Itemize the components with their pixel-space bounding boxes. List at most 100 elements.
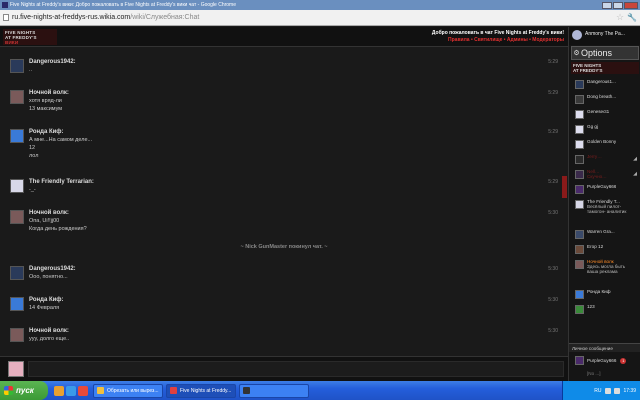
start-button[interactable]: пуск bbox=[0, 381, 48, 400]
taskbar-item[interactable]: Обрезать или вырез... bbox=[93, 383, 163, 398]
url-path: /wiki/Служебная:Chat bbox=[130, 14, 200, 21]
current-user[interactable]: Anmony The Pa... bbox=[569, 27, 640, 45]
app-icon[interactable] bbox=[78, 385, 88, 396]
wiki-logo[interactable]: FIVE NIGHTS AT FREDDY'S ВИКИ bbox=[3, 29, 57, 45]
chat-messages[interactable]: Dangerous1942: .. 5:29 Ночной волк: хотя… bbox=[0, 48, 568, 356]
user-list-item[interactable]: Ронда Киф bbox=[569, 289, 640, 304]
avatar bbox=[575, 155, 584, 164]
message-author[interactable]: Ронда Киф: bbox=[29, 129, 64, 135]
avatar bbox=[575, 185, 584, 194]
maximize-button[interactable] bbox=[613, 1, 623, 9]
avatar bbox=[575, 260, 584, 269]
close-button[interactable] bbox=[624, 1, 638, 9]
avatar bbox=[575, 125, 584, 134]
taskbar-item[interactable] bbox=[239, 383, 309, 398]
avatar bbox=[575, 290, 584, 299]
chat-header: FIVE NIGHTS AT FREDDY'S ВИКИ Добро пожал… bbox=[0, 27, 568, 47]
message-text: 13 максимум bbox=[29, 106, 63, 112]
message-input[interactable] bbox=[28, 361, 564, 377]
user-name: Ночной волк Здесь могла быть ваша реклам… bbox=[587, 259, 637, 274]
user-list-item[interactable]: Егор 12 bbox=[569, 244, 640, 259]
user-list-item[interactable]: The Friendly T... Весёлый пилот-тамогон-… bbox=[569, 199, 640, 229]
avatar[interactable] bbox=[10, 297, 24, 311]
user-name: Dong breath... bbox=[587, 94, 617, 99]
user-name: Егор 12 bbox=[587, 244, 604, 249]
my-avatar bbox=[8, 361, 24, 377]
user-name: Warren Gra... bbox=[587, 229, 615, 234]
wrench-menu-icon[interactable]: 🔧 bbox=[627, 13, 637, 22]
user-list-item[interactable]: Genesect1 bbox=[569, 109, 640, 124]
user-name: PurpleGuy666 bbox=[587, 358, 617, 363]
message-author[interactable]: Dangerous1942: bbox=[29, 266, 76, 272]
url-text[interactable]: ru.five-nights-at-freddys-rus.wikia.com/… bbox=[12, 14, 199, 21]
message-text: ууу, долго еще.. bbox=[29, 336, 70, 342]
avatar bbox=[575, 140, 584, 149]
logo-line: ВИКИ bbox=[5, 40, 19, 45]
header-links[interactable]: Правила • Святилище • Админы • Модератор… bbox=[432, 37, 564, 43]
avatar[interactable] bbox=[10, 328, 24, 342]
user-list-item[interactable]: Nell… Cкучно… ◢ bbox=[569, 169, 640, 184]
message-author[interactable]: The Friendly Terrarian: bbox=[29, 179, 94, 185]
tray-icon[interactable] bbox=[614, 387, 621, 394]
minimize-button[interactable] bbox=[602, 1, 612, 9]
message-time: 5:30 bbox=[548, 297, 558, 303]
taskbar-item-label: Five Nights at Freddy... bbox=[180, 387, 232, 394]
language-indicator[interactable]: RU bbox=[594, 388, 601, 394]
chrome-icon bbox=[170, 387, 177, 394]
message-author[interactable]: Ночной волк: bbox=[29, 328, 69, 334]
message-author[interactable]: Ронда Киф: bbox=[29, 297, 64, 303]
welcome-block: Добро пожаловать в чат Five Nights at Fr… bbox=[432, 30, 564, 43]
avatar[interactable] bbox=[10, 210, 24, 224]
away-icon: ◢ bbox=[633, 156, 637, 162]
user-list-item[interactable]: Ночной волк Здесь могла быть ваша реклам… bbox=[569, 259, 640, 289]
user-list-item[interactable]: Warren Gra... bbox=[569, 229, 640, 244]
taskbar-item[interactable]: Five Nights at Freddy... bbox=[166, 383, 236, 398]
avatar bbox=[575, 356, 584, 365]
user-name: Nell… Cкучно… bbox=[587, 169, 607, 179]
message-author[interactable]: Ночной волк: bbox=[29, 90, 69, 96]
start-label: пуск bbox=[16, 386, 34, 395]
user-list-item[interactable]: PurpleGuy666 bbox=[569, 184, 640, 199]
chat-message: Ночной волк: ууу, долго еще.. 5:30 bbox=[10, 328, 558, 348]
ie-icon[interactable] bbox=[66, 385, 76, 396]
user-name: Ронда Киф bbox=[587, 289, 611, 294]
private-messages-header: Личное сообщение bbox=[569, 343, 640, 352]
avatar bbox=[575, 230, 584, 239]
avatar[interactable] bbox=[10, 59, 24, 73]
message-time: 5:29 bbox=[548, 129, 558, 135]
message-text: Когда день рождения? bbox=[29, 226, 87, 232]
bookmark-star-icon[interactable]: ☆ bbox=[616, 12, 624, 23]
scrollbar-thumb[interactable] bbox=[562, 176, 567, 198]
user-name: 123 bbox=[587, 304, 595, 309]
message-input-row bbox=[0, 356, 568, 381]
private-message-item[interactable]: PurpleGuy666 1 bbox=[575, 356, 627, 365]
user-list-item[interactable]: Golden Bonny bbox=[569, 139, 640, 154]
options-label: Options bbox=[581, 48, 613, 58]
chat-message: Ночной волк: хотя вряд-ли 13 максимум 5:… bbox=[10, 90, 558, 116]
user-list: Dangerous1... Dong breath... Genesect1 G… bbox=[569, 79, 640, 319]
user-list-item[interactable]: Dong breath... bbox=[569, 94, 640, 109]
user-name: The Friendly T... Весёлый пилот-тамогон-… bbox=[587, 199, 637, 214]
tray-icon[interactable] bbox=[605, 387, 612, 394]
options-button[interactable]: ⚙ Options bbox=[571, 46, 639, 60]
private-message-item-2[interactable]: [No ...] bbox=[587, 371, 601, 376]
address-bar[interactable]: ru.five-nights-at-freddys-rus.wikia.com/… bbox=[0, 10, 640, 26]
user-list-item[interactable]: Dangerous1... bbox=[569, 79, 640, 94]
explorer-icon[interactable] bbox=[54, 385, 64, 396]
avatar[interactable] bbox=[10, 90, 24, 104]
avatar[interactable] bbox=[10, 179, 24, 193]
user-list-item[interactable]: Gg gj bbox=[569, 124, 640, 139]
user-name: Golden Bonny bbox=[587, 139, 617, 144]
message-text: Опа, Ui!!jj00 bbox=[29, 218, 60, 224]
windows-taskbar: пуск Обрезать или вырез... Five Nights a… bbox=[0, 381, 640, 400]
message-author[interactable]: Dangerous1942: bbox=[29, 59, 76, 65]
avatar[interactable] bbox=[10, 266, 24, 280]
avatar bbox=[575, 95, 584, 104]
user-list-item[interactable]: 123 bbox=[569, 304, 640, 319]
user-status: Здесь могла быть ваша реклама bbox=[587, 264, 626, 274]
message-text: лол bbox=[29, 153, 39, 159]
main-room-button[interactable]: FIVE NIGHTS AT FREDDY'S bbox=[571, 62, 639, 74]
message-author[interactable]: Ночной волк: bbox=[29, 210, 69, 216]
avatar[interactable] bbox=[10, 129, 24, 143]
user-list-item[interactable]: Jerry… ◢ bbox=[569, 154, 640, 169]
